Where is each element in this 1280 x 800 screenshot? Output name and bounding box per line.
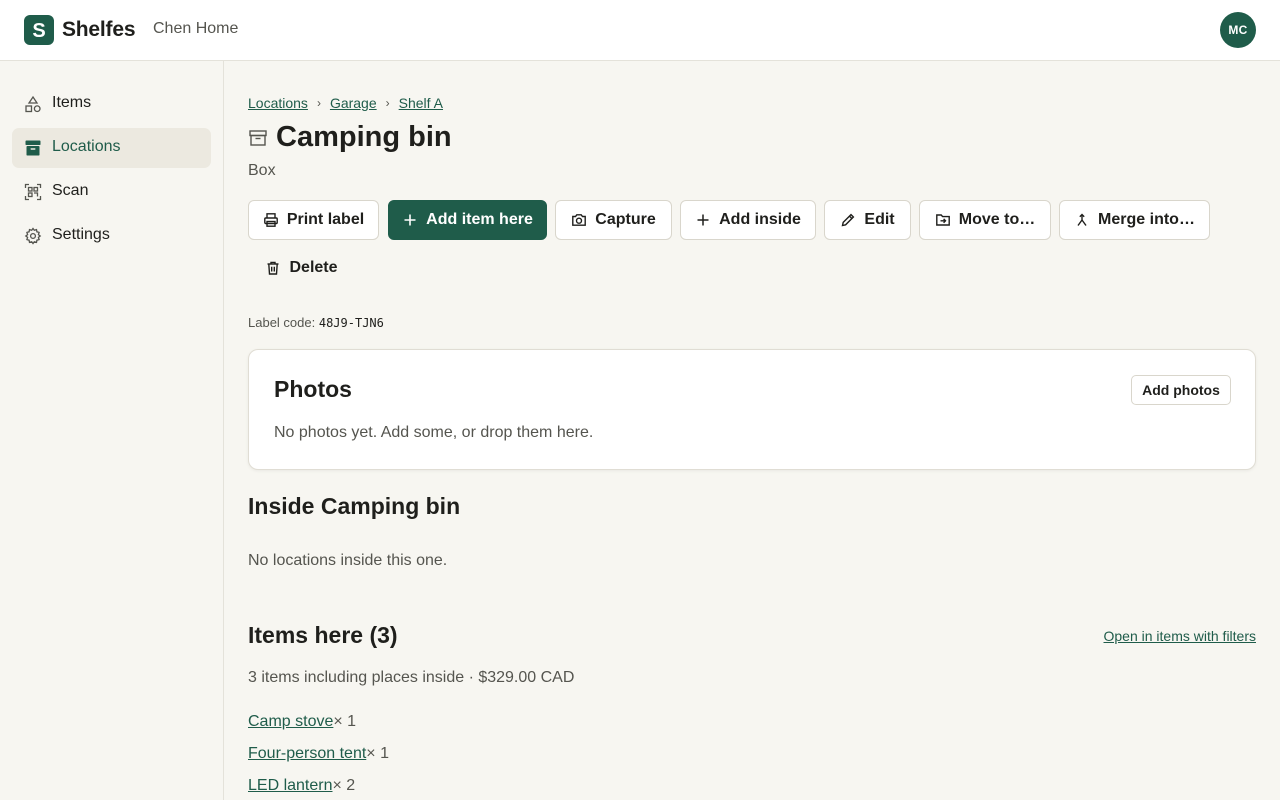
item-link[interactable]: LED lantern xyxy=(248,777,333,794)
move-to-button[interactable]: Move to… xyxy=(919,200,1051,240)
merge-icon xyxy=(1077,213,1087,226)
plus-icon xyxy=(697,214,709,226)
item-quantity: × 1 xyxy=(333,713,357,730)
box-icon xyxy=(25,140,41,156)
label-code-label: Label code: xyxy=(248,315,316,330)
items-summary: 3 items including places inside · $329.0… xyxy=(248,669,575,686)
logo-s-icon: S xyxy=(32,20,45,41)
location-type: Box xyxy=(248,162,276,179)
print-label-button[interactable]: Print label xyxy=(248,200,379,240)
breadcrumb-separator: › xyxy=(316,96,321,110)
breadcrumb: Locations › Garage › Shelf A xyxy=(248,95,443,111)
svg-text:S: S xyxy=(32,20,45,41)
sidebar-item-label: Items xyxy=(52,94,92,111)
shapes-icon xyxy=(25,95,41,113)
top-bar: S Shelfes Chen Home MC xyxy=(0,0,1280,61)
breadcrumb-garage[interactable]: Garage xyxy=(330,95,377,111)
app-logo[interactable]: S xyxy=(24,15,54,45)
merge-into-button[interactable]: Merge into… xyxy=(1059,200,1210,240)
item-quantity: × 2 xyxy=(332,777,356,794)
capture-button[interactable]: Capture xyxy=(555,200,672,240)
sidebar-item-label: Settings xyxy=(52,226,110,243)
add-item-here-button[interactable]: Add item here xyxy=(388,200,547,240)
add-photos-button[interactable]: Add photos xyxy=(1131,375,1231,405)
sidebar-item-label: Scan xyxy=(52,182,89,199)
add-inside-text: Add inside xyxy=(719,211,801,228)
inside-empty-text: No locations inside this one. xyxy=(248,552,448,569)
archive-icon xyxy=(249,130,267,146)
items-section-title: Items here (3) xyxy=(248,622,398,648)
plus-icon xyxy=(404,214,416,226)
item-link[interactable]: Four-person tent xyxy=(248,745,366,762)
photos-title: Photos xyxy=(274,376,352,402)
camera-icon xyxy=(572,214,587,226)
label-code: Label code: 48J9-TJN6 xyxy=(248,315,384,330)
gear-icon xyxy=(24,227,42,245)
move-to-text: Move to… xyxy=(958,211,1036,228)
print-label-text: Print label xyxy=(286,211,365,228)
sidebar-item-locations[interactable]: Locations xyxy=(12,128,211,168)
trash-icon xyxy=(267,261,279,275)
delete-button[interactable]: Delete xyxy=(248,248,355,288)
label-code-value: 48J9-TJN6 xyxy=(318,316,384,330)
photos-card[interactable]: Photos Add photos No photos yet. Add som… xyxy=(248,349,1256,470)
merge-into-text: Merge into… xyxy=(1098,211,1195,228)
qr-scan-icon xyxy=(24,183,42,201)
printer-icon xyxy=(263,213,278,227)
page-title: Camping bin xyxy=(276,121,452,153)
sidebar-item-label: Locations xyxy=(52,138,121,155)
inside-section-title: Inside Camping bin xyxy=(248,493,461,519)
user-avatar[interactable]: MC xyxy=(1220,12,1256,48)
sidebar-item-settings[interactable]: Settings xyxy=(12,216,211,256)
photos-empty-text: No photos yet. Add some, or drop them he… xyxy=(274,424,594,441)
sidebar-item-scan[interactable]: Scan xyxy=(12,172,211,212)
list-item: LED lantern× 2 xyxy=(248,777,355,795)
sidebar: Items Locations Scan Settings xyxy=(0,61,224,800)
capture-text: Capture xyxy=(595,211,656,228)
sidebar-item-items[interactable]: Items xyxy=(12,84,211,124)
delete-text: Delete xyxy=(289,259,338,276)
add-item-here-text: Add item here xyxy=(426,211,533,228)
pencil-icon xyxy=(841,213,855,227)
brand-name[interactable]: Shelfes xyxy=(62,18,136,42)
edit-text: Edit xyxy=(864,211,895,228)
breadcrumb-locations[interactable]: Locations xyxy=(248,95,308,111)
breadcrumb-separator: › xyxy=(385,96,390,110)
add-inside-button[interactable]: Add inside xyxy=(680,200,816,240)
breadcrumb-shelf-a[interactable]: Shelf A xyxy=(399,95,443,111)
list-item: Camp stove× 1 xyxy=(248,713,356,731)
list-item: Four-person tent× 1 xyxy=(248,745,389,763)
edit-button[interactable]: Edit xyxy=(824,200,911,240)
item-quantity: × 1 xyxy=(366,745,389,762)
item-link[interactable]: Camp stove xyxy=(248,713,333,730)
open-in-items-link[interactable]: Open in items with filters xyxy=(1104,628,1257,644)
workspace-name[interactable]: Chen Home xyxy=(153,20,238,38)
folder-move-icon xyxy=(935,214,950,226)
